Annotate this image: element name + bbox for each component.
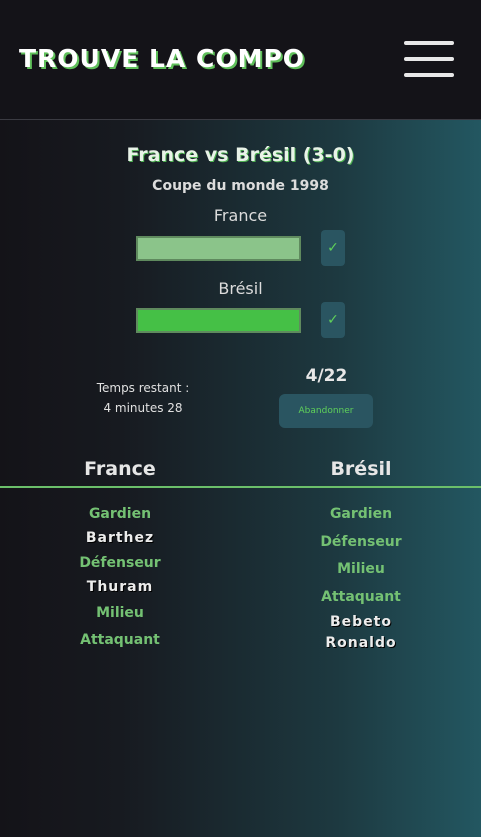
position-label: Défenseur (320, 534, 402, 550)
timer-label: Temps restant : (96, 381, 190, 395)
score-counter: 4/22 (305, 366, 348, 386)
menu-bar (404, 73, 454, 77)
column-title-france: France (84, 458, 156, 480)
player-name: Thuram (86, 579, 154, 595)
abandon-button[interactable]: Abandonner (279, 394, 373, 428)
submit-france-button[interactable]: ✓ (321, 230, 345, 266)
position-label: Attaquant (80, 632, 160, 648)
team-label-france: France (213, 206, 268, 225)
check-icon: ✓ (327, 240, 339, 256)
competition-name: Coupe du monde 1998 (152, 178, 329, 194)
app-logo[interactable]: TROUVE LA COMPO (19, 44, 305, 73)
match-title: France vs Brésil (3-0) (126, 144, 355, 166)
position-label: Attaquant (321, 589, 401, 605)
check-icon: ✓ (327, 312, 339, 328)
guess-input-bresil[interactable] (136, 308, 301, 333)
column-title-bresil: Brésil (330, 458, 392, 480)
menu-bar (404, 41, 454, 45)
timer-value: 4 minutes 28 (103, 401, 183, 415)
divider (0, 486, 481, 488)
team-label-bresil: Brésil (218, 279, 263, 298)
hamburger-menu-icon[interactable] (404, 41, 454, 77)
player-name: Bebeto (330, 614, 392, 630)
position-label: Défenseur (79, 555, 161, 571)
timer: Temps restant : 4 minutes 28 (88, 378, 198, 418)
position-label: Milieu (337, 561, 385, 577)
menu-bar (404, 57, 454, 61)
position-label: Milieu (96, 605, 144, 621)
player-name: Barthez (85, 530, 155, 546)
app-header: TROUVE LA COMPO (0, 0, 481, 120)
submit-bresil-button[interactable]: ✓ (321, 302, 345, 338)
position-label: Gardien (88, 506, 152, 522)
guess-input-france[interactable] (136, 236, 301, 261)
position-label: Gardien (329, 506, 393, 522)
player-name: Ronaldo (325, 635, 397, 651)
